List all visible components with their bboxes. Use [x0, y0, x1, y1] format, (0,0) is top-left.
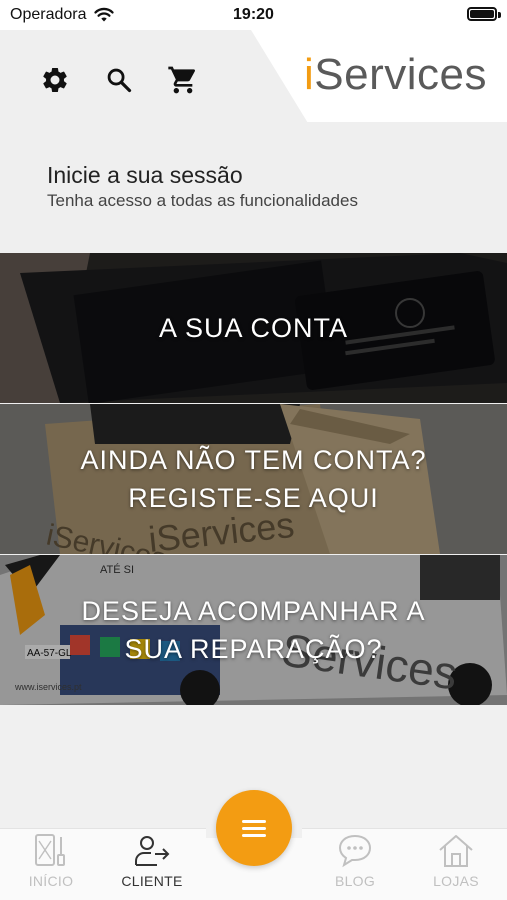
nav-item-lojas[interactable]: LOJAS	[416, 833, 496, 895]
home-icon	[439, 835, 473, 867]
session-subtitle: Tenha acesso a todas as funcionalidades	[47, 191, 358, 210]
nav-label-inicio: INÍCIO	[28, 873, 74, 889]
tile-register-line1: AINDA NÃO TEM CONTA?	[80, 445, 427, 475]
nav-label-lojas: LOJAS	[433, 873, 479, 889]
session-title: Inicie a sua sessão	[47, 162, 243, 188]
chat-bubble-icon	[338, 834, 372, 868]
user-login-icon	[135, 836, 170, 866]
tile-track-repair-line2: SUA REPARAÇÃO?	[124, 634, 383, 664]
logo-panel: iServices	[251, 30, 507, 122]
tile-track-repair-label: DESEJA ACOMPANHAR A SUA REPARAÇÃO?	[81, 592, 425, 668]
phone-repair-icon	[35, 834, 65, 866]
tile-your-account-label: A SUA CONTA	[158, 313, 349, 343]
search-button[interactable]	[102, 63, 136, 97]
tile-register-label: AINDA NÃO TEM CONTA? REGISTE-SE AQUI	[80, 441, 426, 517]
tile-track-repair[interactable]: AA-57-GL ATÉ SI Services www.iservices.p…	[0, 555, 507, 705]
logo-i: i	[304, 50, 315, 99]
settings-button[interactable]	[38, 63, 72, 97]
nav-item-cliente[interactable]: CLIENTE	[112, 833, 192, 895]
menu-icon	[242, 820, 266, 837]
status-bar: Operadora 19:20	[0, 0, 507, 30]
search-icon	[107, 68, 132, 93]
tile-your-account[interactable]: A SUA CONTA	[0, 253, 507, 403]
status-time: 19:20	[233, 6, 274, 23]
battery-tip	[498, 12, 501, 18]
iservices-logo[interactable]: iServices	[304, 50, 487, 100]
logo-text: Services	[314, 50, 487, 99]
nav-label-blog: BLOG	[334, 873, 376, 889]
nav-label-cliente: CLIENTE	[121, 873, 183, 889]
tile-register[interactable]: iServices iServices AINDA NÃO TEM CONTA?…	[0, 404, 507, 554]
nav-item-inicio[interactable]: INÍCIO	[11, 833, 91, 895]
cart-button[interactable]	[166, 63, 200, 97]
app-header: iServices	[0, 30, 507, 122]
tile-track-repair-line1: DESEJA ACOMPANHAR A	[81, 596, 426, 626]
menu-fab-button[interactable]	[216, 790, 292, 866]
gear-icon	[43, 67, 67, 93]
cart-icon	[168, 66, 196, 94]
session-section[interactable]: Inicie a sua sessão Tenha acesso a todas…	[0, 122, 507, 252]
battery-icon	[467, 7, 497, 21]
nav-item-blog[interactable]: BLOG	[315, 833, 395, 895]
tile-register-line2: REGISTE-SE AQUI	[128, 483, 379, 513]
